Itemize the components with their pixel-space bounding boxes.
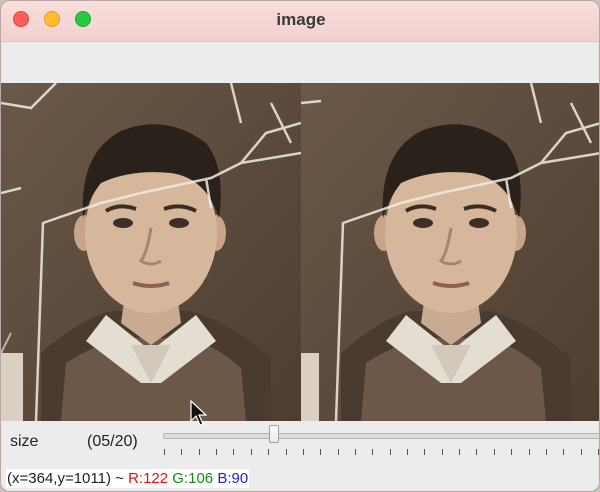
app-window: image size (05/20) (x=364,y=1011) ~ R:12… xyxy=(0,0,600,492)
mouse-pointer-icon xyxy=(190,400,207,426)
slider-ticks xyxy=(1,449,599,457)
slider-tick xyxy=(302,449,304,455)
slider-tick xyxy=(216,449,218,455)
slider-tick xyxy=(493,449,495,455)
slider-tick xyxy=(285,449,287,455)
green-value: G:106 xyxy=(172,470,214,487)
image-canvas[interactable] xyxy=(1,83,599,421)
slider-tick xyxy=(268,449,270,455)
slider-tick xyxy=(476,449,478,455)
slider-tick xyxy=(337,449,339,455)
slider-tick xyxy=(424,449,426,455)
slider-tick xyxy=(441,449,443,455)
red-value: R:122 xyxy=(128,470,169,487)
blue-value: B:90 xyxy=(217,470,249,487)
slider-track[interactable] xyxy=(163,433,599,439)
slider-tick xyxy=(389,449,391,455)
slider-tick xyxy=(372,449,374,455)
cursor-coordinates: (x=364,y=1011) ~ xyxy=(7,470,124,487)
slider-tick xyxy=(528,449,530,455)
slider-tick xyxy=(198,449,200,455)
slider-tick xyxy=(407,449,409,455)
slider-tick xyxy=(511,449,513,455)
status-bar: (x=364,y=1011) ~ R:122 G:106 B:90 xyxy=(1,461,599,491)
slider-tick xyxy=(598,449,599,455)
size-trackbar: size (05/20) xyxy=(1,421,599,461)
title-bar: image xyxy=(1,1,599,42)
pixel-info: (x=364,y=1011) ~ R:122 G:106 B:90 xyxy=(6,469,250,488)
slider-thumb[interactable] xyxy=(268,425,279,443)
window-title: image xyxy=(276,10,326,29)
slider-tick xyxy=(250,449,252,455)
slider-tick xyxy=(580,449,582,455)
slider-tick xyxy=(181,449,183,455)
original-photo xyxy=(1,83,301,421)
toolbar-area xyxy=(1,42,599,82)
slider-tick xyxy=(459,449,461,455)
slider-tick xyxy=(233,449,235,455)
slider-tick xyxy=(545,449,547,455)
slider-tick xyxy=(563,449,565,455)
slider-tick xyxy=(320,449,322,455)
processed-photo xyxy=(301,83,599,421)
slider-tick xyxy=(354,449,356,455)
slider-tick xyxy=(164,449,165,455)
